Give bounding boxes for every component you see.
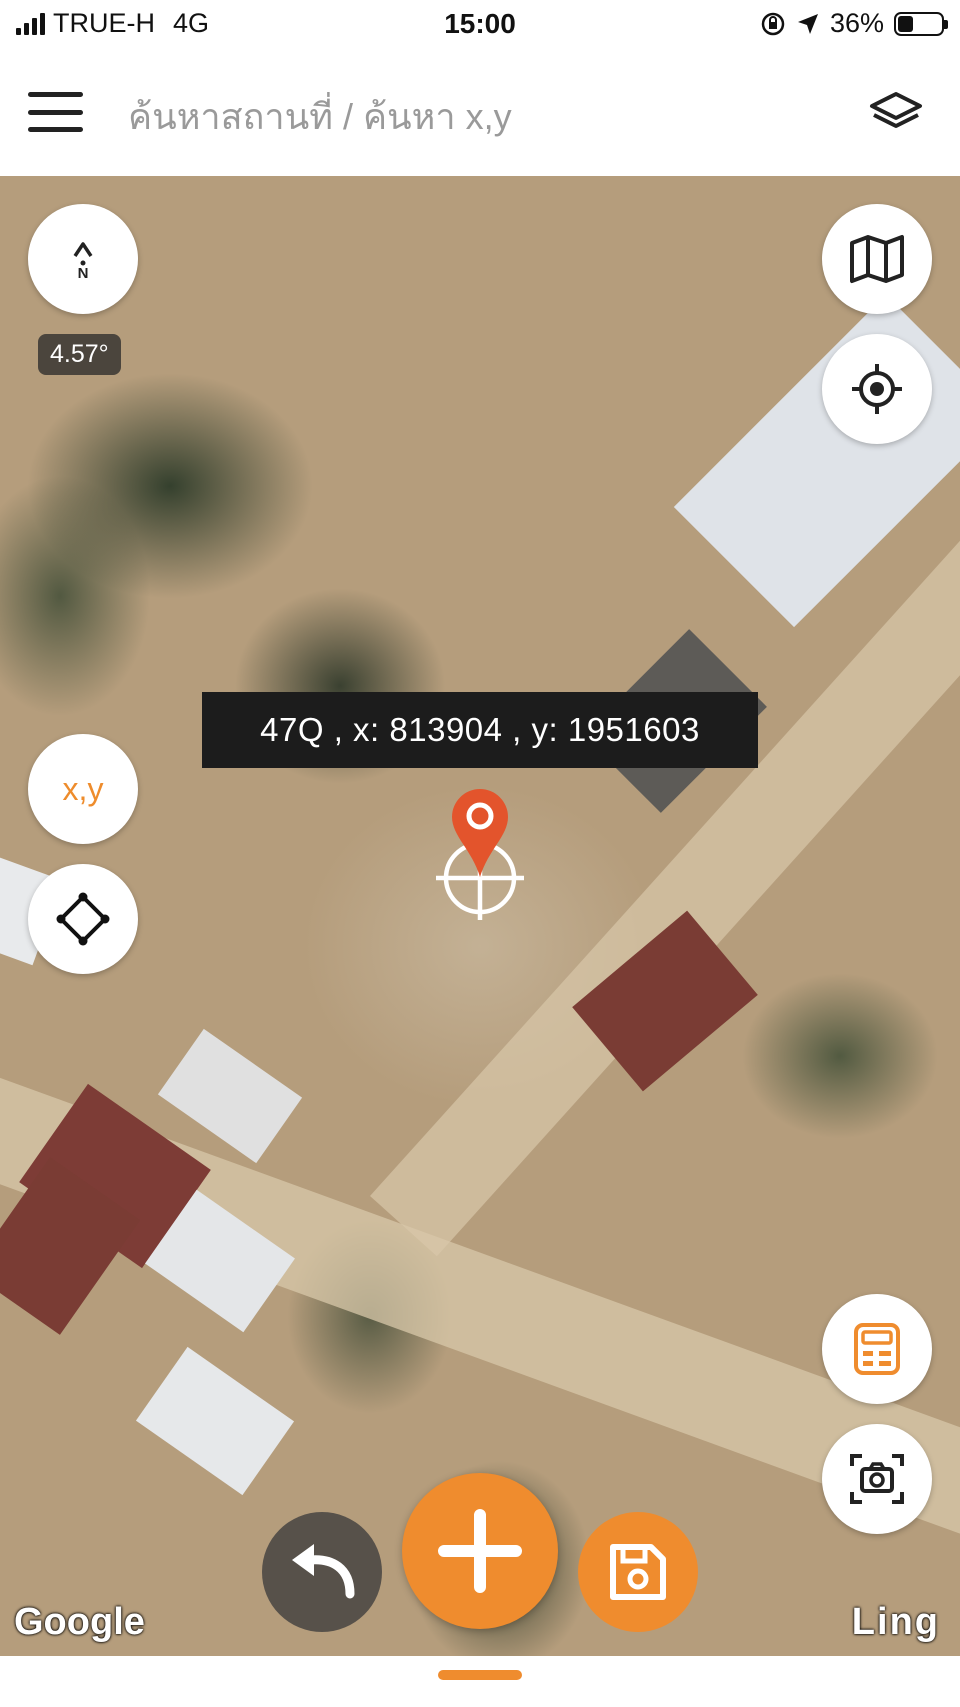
north-label: N	[78, 265, 89, 279]
battery-icon	[894, 11, 948, 36]
top-bar: ค้นหาสถานที่ / ค้นหา x,y	[0, 50, 960, 177]
polygon-icon	[56, 892, 110, 946]
location-arrow-icon	[797, 13, 818, 34]
compass-button[interactable]: N	[28, 204, 138, 314]
compass-icon: N	[73, 242, 93, 279]
basemap-button[interactable]	[822, 204, 932, 314]
coordinate-label: 47Q , x: 813904 , y: 1951603	[202, 692, 758, 768]
location-pin-icon	[436, 789, 524, 920]
battery-percent: 36%	[829, 8, 884, 38]
add-button[interactable]	[402, 1473, 558, 1629]
polygon-button[interactable]	[28, 864, 138, 974]
my-location-button[interactable]	[822, 334, 932, 444]
xy-button-label: x,y	[62, 770, 104, 807]
menu-icon[interactable]	[28, 92, 83, 132]
google-attribution: Google	[14, 1601, 145, 1643]
calculator-icon	[854, 1323, 900, 1375]
crosshair-icon	[852, 364, 902, 414]
map-icon	[850, 235, 904, 283]
orientation-lock-icon	[761, 12, 785, 35]
map-view[interactable]: N 4.57° x,y 47Q , x: 813904 , y: 1951603…	[0, 176, 960, 1656]
rotation-badge: 4.57°	[38, 334, 121, 375]
camera-icon	[850, 1454, 904, 1504]
undo-icon	[292, 1544, 355, 1599]
save-button[interactable]	[578, 1512, 698, 1632]
layers-icon[interactable]	[868, 88, 924, 138]
xy-search-button[interactable]: x,y	[28, 734, 138, 844]
undo-button[interactable]	[262, 1512, 382, 1632]
status-bar: TRUE-H 4G 15:00 36%	[0, 0, 960, 50]
map-building	[135, 1346, 295, 1496]
map-building	[673, 294, 960, 628]
save-icon	[610, 1544, 666, 1600]
screenshot-button[interactable]	[822, 1424, 932, 1534]
bottom-sheet[interactable]	[0, 1656, 960, 1707]
sheet-handle[interactable]	[438, 1670, 522, 1680]
calculator-button[interactable]	[822, 1294, 932, 1404]
ling-attribution: Ling	[851, 1601, 940, 1643]
breadcrumb[interactable]: ค้นหาสถานที่ / ค้นหา x,y	[128, 88, 512, 145]
plus-icon	[438, 1509, 522, 1593]
